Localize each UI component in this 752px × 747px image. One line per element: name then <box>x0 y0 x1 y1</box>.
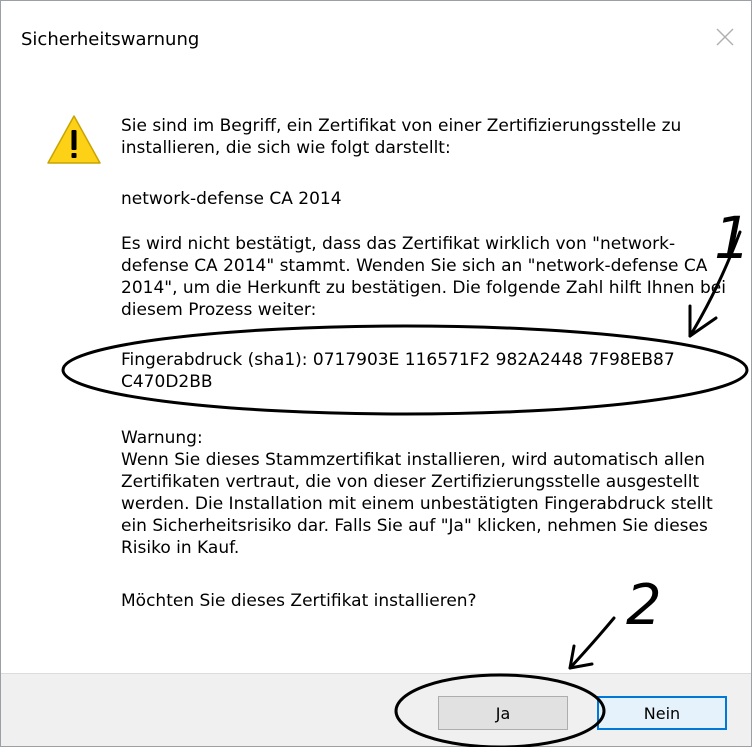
fingerprint-text: Fingerabdruck (sha1): 0717903E 116571F2 … <box>121 350 675 392</box>
no-button[interactable]: Nein <box>597 696 727 730</box>
security-warning-dialog: Sicherheitswarnung Sie sind im Begriff, … <box>0 0 752 747</box>
intro-text: Sie sind im Begriff, ein Zertifikat von … <box>121 116 682 158</box>
install-question: Möchten Sie dieses Zertifikat installier… <box>121 591 477 611</box>
verification-note: Es wird nicht bestätigt, dass das Zertif… <box>121 234 726 320</box>
ca-name: network-defense CA 2014 <box>121 189 342 209</box>
warning-text: Wenn Sie dieses Stammzertifikat installi… <box>121 450 713 558</box>
close-icon <box>716 28 734 46</box>
yes-button[interactable]: Ja <box>438 696 568 730</box>
dialog-title: Sicherheitswarnung <box>21 29 200 50</box>
dialog-footer: Ja Nein <box>1 673 751 746</box>
close-button[interactable] <box>707 19 743 55</box>
warning-triangle-icon <box>45 113 103 167</box>
warning-section: Warnung: Wenn Sie dieses Stammzertifikat… <box>121 427 731 559</box>
warning-heading: Warnung: <box>121 428 203 448</box>
